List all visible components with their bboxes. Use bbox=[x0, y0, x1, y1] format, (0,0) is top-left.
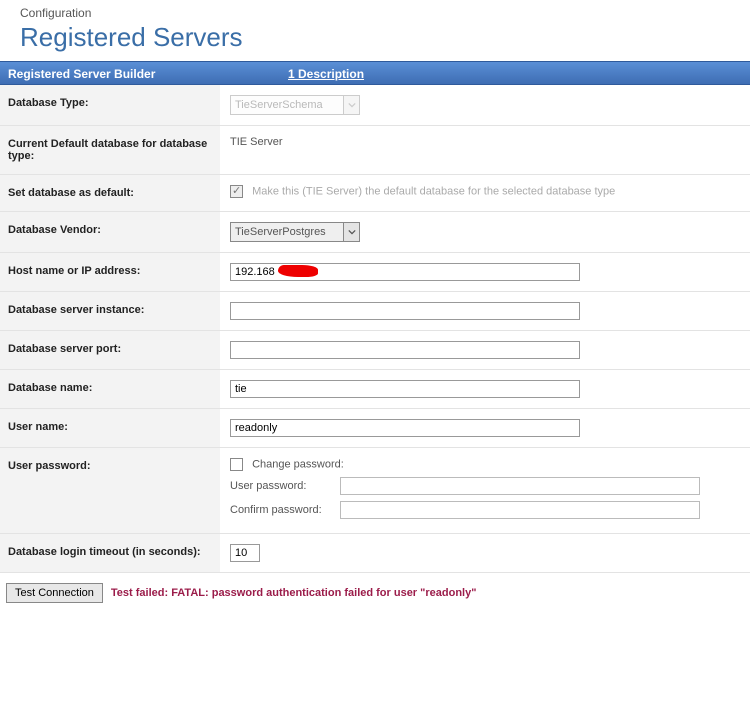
input-username[interactable] bbox=[230, 419, 580, 437]
label-current-default: Current Default database for database ty… bbox=[0, 126, 220, 175]
select-database-type: TieServerSchema bbox=[230, 95, 360, 115]
label-host: Host name or IP address: bbox=[0, 253, 220, 292]
label-username: User name: bbox=[0, 409, 220, 448]
label-database-type: Database Type: bbox=[0, 85, 220, 126]
input-pw-user[interactable] bbox=[340, 477, 700, 495]
input-port[interactable] bbox=[230, 341, 580, 359]
select-database-type-value: TieServerSchema bbox=[235, 99, 323, 111]
value-current-default: TIE Server bbox=[220, 126, 750, 175]
input-dbname[interactable] bbox=[230, 380, 580, 398]
breadcrumb: Configuration bbox=[20, 6, 750, 20]
tab-description[interactable]: 1 Description bbox=[280, 62, 364, 84]
redaction-mark bbox=[278, 265, 318, 277]
label-vendor: Database Vendor: bbox=[0, 212, 220, 253]
input-instance[interactable] bbox=[230, 302, 580, 320]
page-title: Registered Servers bbox=[20, 22, 750, 53]
input-timeout[interactable] bbox=[230, 544, 260, 562]
select-vendor-value: TieServerPostgres bbox=[235, 226, 326, 238]
label-change-password: Change password: bbox=[252, 458, 344, 470]
chevron-down-icon bbox=[343, 96, 359, 114]
error-message: Test failed: FATAL: password authenticat… bbox=[111, 587, 477, 599]
label-dbname: Database name: bbox=[0, 370, 220, 409]
checkbox-change-password[interactable] bbox=[230, 458, 243, 471]
text-set-default: Make this (TIE Server) the default datab… bbox=[252, 185, 615, 197]
label-userpassword: User password: bbox=[0, 448, 220, 534]
chevron-down-icon bbox=[343, 223, 359, 241]
label-pw-confirm: Confirm password: bbox=[230, 504, 340, 516]
tab-builder: Registered Server Builder bbox=[0, 62, 280, 84]
label-pw-user: User password: bbox=[230, 480, 340, 492]
label-port: Database server port: bbox=[0, 331, 220, 370]
tab-bar: Registered Server Builder 1 Description bbox=[0, 61, 750, 85]
select-vendor[interactable]: TieServerPostgres bbox=[230, 222, 360, 242]
input-pw-confirm[interactable] bbox=[340, 501, 700, 519]
test-connection-button[interactable]: Test Connection bbox=[6, 583, 103, 603]
checkbox-set-default bbox=[230, 185, 243, 198]
label-instance: Database server instance: bbox=[0, 292, 220, 331]
label-timeout: Database login timeout (in seconds): bbox=[0, 534, 220, 573]
label-set-default: Set database as default: bbox=[0, 175, 220, 212]
